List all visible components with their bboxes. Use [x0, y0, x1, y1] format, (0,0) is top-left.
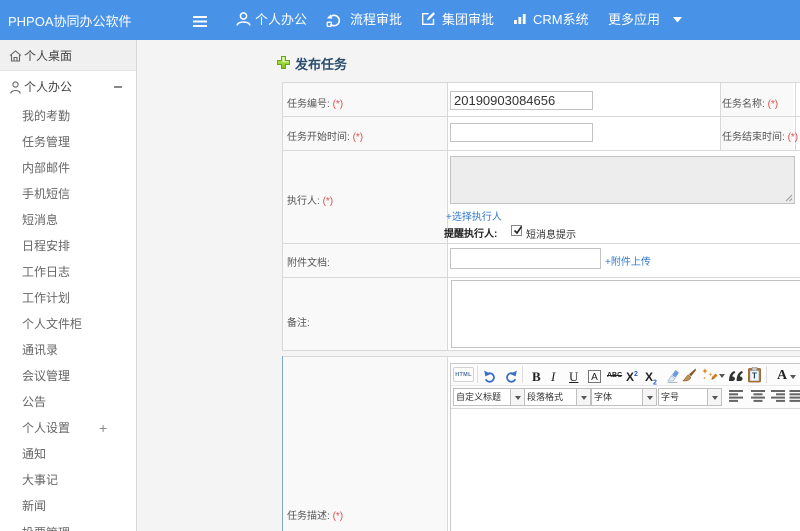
svg-text:T: T [752, 372, 757, 381]
